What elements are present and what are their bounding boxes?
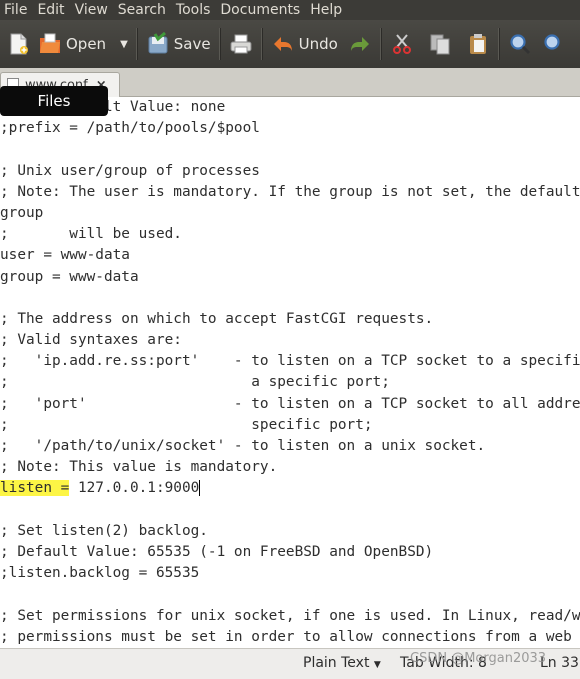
code-line: ; Unix user/group of processes (0, 162, 260, 179)
undo-label: Undo (298, 35, 338, 53)
text-cursor (199, 480, 201, 497)
cut-button[interactable] (390, 24, 414, 64)
menu-view[interactable]: View (71, 0, 114, 20)
menu-file[interactable]: File (0, 0, 33, 20)
undo-arrow-icon (271, 32, 295, 56)
search-highlight: listen = (0, 480, 70, 497)
new-button[interactable] (6, 24, 30, 64)
chevron-down-icon: ▼ (373, 660, 381, 670)
code-line: ; Valid syntaxes are: (0, 332, 182, 349)
code-line: ;prefix = /path/to/pools/$pool (0, 120, 260, 137)
find-button[interactable] (508, 24, 532, 64)
printer-icon (229, 32, 253, 56)
code-line: ; 'port' - to listen on a TCP socket to … (0, 395, 580, 412)
search-icon (508, 32, 532, 56)
toolbar-separator (260, 28, 263, 60)
copy-button[interactable] (428, 24, 452, 64)
menu-search[interactable]: Search (114, 0, 172, 20)
code-line: group = www-data (0, 268, 139, 285)
open-label: Open (66, 35, 107, 53)
code-line: ; will be used. (0, 226, 182, 243)
code-line: ; '/path/to/unix/socket' - to listen on … (0, 438, 486, 454)
code-line: ; Set listen(2) backlog. (0, 522, 208, 539)
menu-help[interactable]: Help (306, 0, 348, 20)
code-line: ;listen.backlog = 65535 (0, 565, 200, 582)
language-selector[interactable]: Plain Text ▼ (303, 655, 381, 671)
save-button[interactable]: Save (146, 24, 211, 64)
undo-button[interactable]: Undo (271, 24, 338, 64)
copy-icon (428, 32, 452, 56)
code-line: ; Note: This value is mandatory. (0, 459, 278, 476)
redo-button[interactable] (348, 24, 372, 64)
code-line: ; 'ip.add.re.ss:port' - to listen on a T… (0, 353, 580, 370)
code-line: ; Note: The user is mandatory. If the gr… (0, 183, 580, 200)
save-icon (146, 31, 170, 56)
open-dropdown-icon[interactable]: ▼ (120, 39, 128, 50)
code-line: ; The address on which to accept FastCGI… (0, 310, 434, 327)
toolbar-separator (497, 28, 500, 60)
toolbar-separator (135, 28, 138, 60)
watermark: CSDN @Morgan2033 (410, 651, 547, 666)
new-document-icon (6, 32, 30, 56)
search-replace-icon (540, 32, 564, 56)
code-line: ; a specific port; (0, 374, 390, 391)
menubar: File Edit View Search Tools Documents He… (0, 0, 580, 20)
code-line: ; specific port; (0, 416, 373, 433)
paste-button[interactable] (466, 24, 490, 64)
print-button[interactable] (229, 24, 253, 64)
menu-edit[interactable]: Edit (33, 0, 70, 20)
language-label: Plain Text (303, 655, 370, 671)
menu-tools[interactable]: Tools (172, 0, 217, 20)
redo-arrow-icon (348, 32, 372, 56)
code-line: user = www-data (0, 247, 130, 264)
find-replace-button[interactable] (540, 24, 564, 64)
open-folder-icon (38, 32, 62, 56)
menu-documents[interactable]: Documents (216, 0, 306, 20)
code-line-listen: listen = 127.0.0.1:9000 (0, 478, 580, 499)
code-line: ; permissions must be set in order to al… (0, 628, 580, 645)
files-tooltip: Files (0, 86, 108, 116)
code-line: ; Set permissions for unix socket, if on… (0, 607, 580, 624)
toolbar: Open ▼ Save Undo (0, 20, 580, 68)
save-label: Save (173, 35, 211, 53)
scissors-icon (390, 32, 414, 56)
toolbar-separator (379, 28, 382, 60)
text-editor[interactable]: ; Default Value: none ;prefix = /path/to… (0, 97, 580, 648)
toolbar-separator (218, 28, 221, 60)
paste-clipboard-icon (466, 32, 490, 56)
code-line: group (0, 204, 44, 221)
listen-value: 127.0.0.1:9000 (69, 480, 200, 497)
code-line: ; Default Value: 65535 (-1 on FreeBSD an… (0, 543, 434, 560)
open-button[interactable]: Open ▼ (38, 24, 128, 64)
